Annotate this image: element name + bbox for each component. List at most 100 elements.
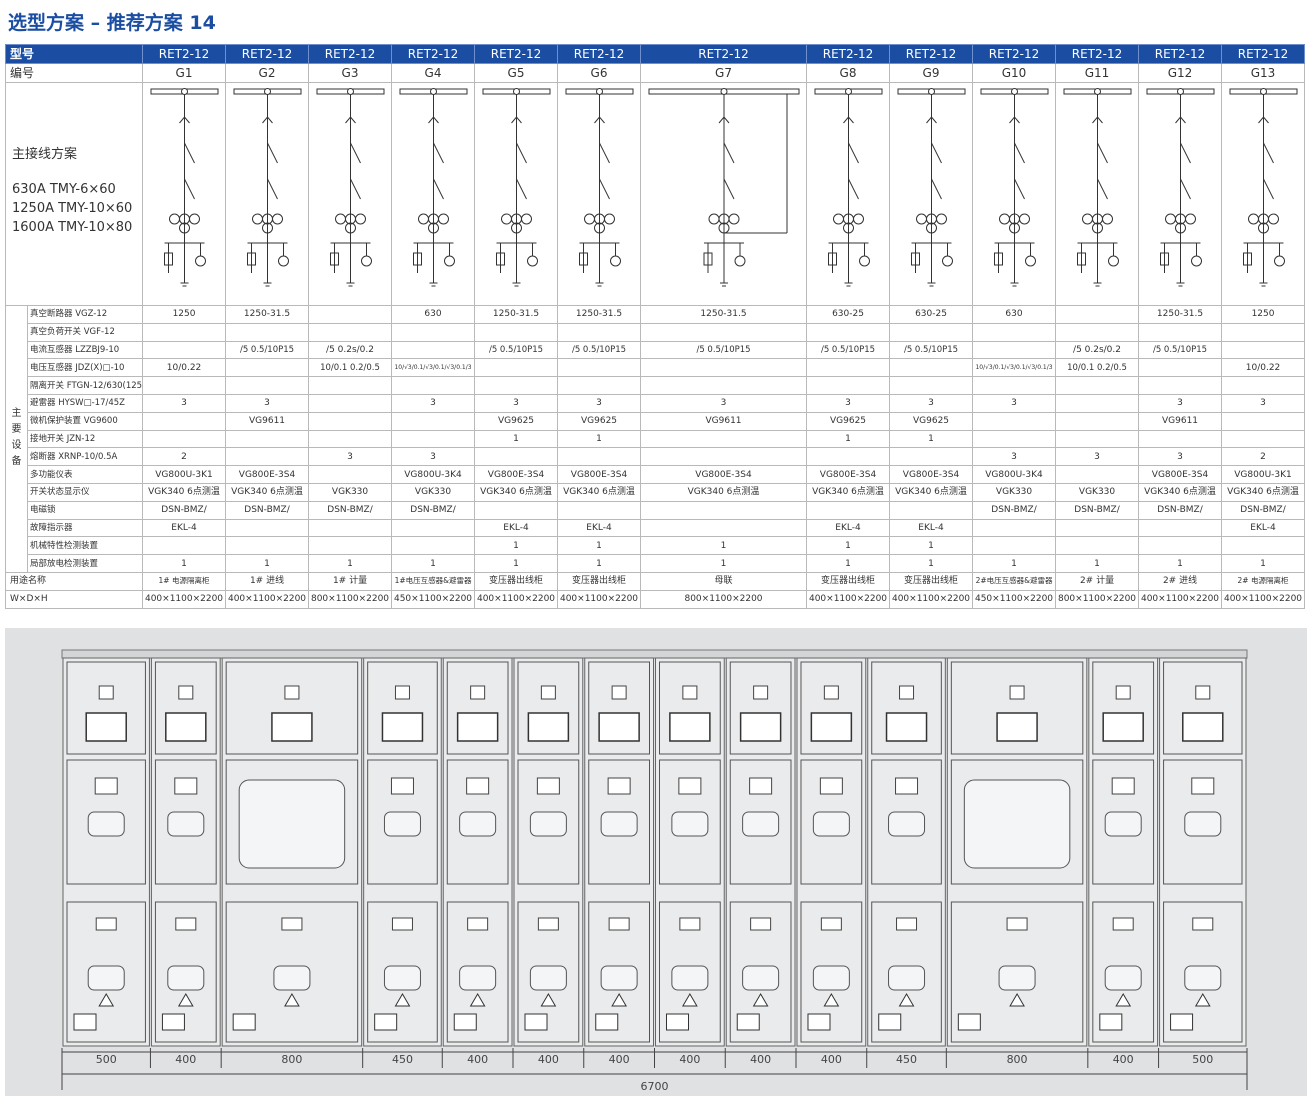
spec-cell: 1250-31.5 (474, 305, 559, 324)
spec-cell: 1 (557, 536, 642, 556)
cabinet-model: RET2-12 (557, 44, 642, 64)
single-line-diagram-cell (225, 82, 310, 306)
busbar-spec: 630A TMY-6×60 (12, 182, 116, 197)
spec-cell (308, 376, 393, 395)
single-line-diagram (1229, 88, 1298, 287)
cabinet-model: RET2-12 (889, 44, 974, 64)
spec-cell: 10/0.22 (142, 358, 227, 378)
spec-cell (391, 518, 476, 538)
spec-cell (1055, 411, 1140, 431)
spec-cell: 1250-31.5 (640, 305, 808, 324)
use-name: 变压器出线柜 (806, 571, 891, 591)
spec-cell: 1 (308, 554, 393, 573)
spec-cell: 3 (640, 393, 808, 413)
spec-cell: VG9625 (474, 411, 559, 431)
spec-cell (889, 358, 974, 378)
use-name: 1# 计量 (308, 571, 393, 591)
spec-cell: VGK330 (1055, 482, 1140, 502)
spec-cell: 3 (308, 447, 393, 467)
spec-cell: /5 0.5/10P15 (1138, 340, 1223, 360)
spec-cell: VGK340 6点测温 (225, 482, 310, 502)
spec-cell: 3 (889, 393, 974, 413)
cabinet-size: 400×1100×2200 (225, 589, 310, 609)
cabinet-width-label: 500 (1192, 1053, 1213, 1066)
spec-cell (1138, 322, 1223, 342)
use-name: 变压器出线柜 (557, 571, 642, 591)
spec-cell (1221, 411, 1306, 431)
spec-cell: /5 0.5/10P15 (640, 340, 808, 360)
component-label: 电磁锁 (26, 500, 144, 520)
spec-cell (391, 411, 476, 431)
spec-cell (889, 447, 974, 467)
use-name: 母联 (640, 571, 808, 591)
spec-cell (640, 376, 808, 395)
component-label: 熔断器 XRNP-10/0.5A (26, 447, 144, 467)
single-line-diagram-cell (474, 82, 559, 306)
cabinet-width-label: 400 (1113, 1053, 1134, 1066)
spec-cell (1055, 376, 1140, 395)
spec-cell (474, 500, 559, 520)
single-line-diagram (1063, 88, 1132, 287)
spec-cell (1138, 358, 1223, 378)
single-line-diagram (1146, 88, 1215, 287)
spec-cell (1138, 429, 1223, 449)
spec-cell: VG800U-3K1 (142, 465, 227, 484)
spec-cell: VGK330 (972, 482, 1057, 502)
spec-cell (1138, 376, 1223, 395)
spec-cell (391, 340, 476, 360)
spec-cell: DSN-BMZ/ (308, 500, 393, 520)
spec-table: 型号 RET2-12 RET2-12 RET2-12 RET2-12 RET2-12 RET… (4, 44, 1306, 609)
spec-cell: VGK340 6点测温 (142, 482, 227, 502)
spec-cell (640, 500, 808, 520)
cabinet-width-label: 400 (679, 1053, 700, 1066)
cabinet-size: 800×1100×2200 (308, 589, 393, 609)
cabinet-model: RET2-12 (474, 44, 559, 64)
spec-cell: 1 (1221, 554, 1306, 573)
spec-cell: /5 0.5/10P15 (557, 340, 642, 360)
busbar-spec: 1250A TMY-10×60 (12, 201, 133, 216)
spec-cell: /5 0.5/10P15 (806, 340, 891, 360)
spec-cell (391, 376, 476, 395)
spec-cell: 1 (806, 554, 891, 573)
cabinet-number: G2 (225, 63, 310, 83)
component-label: 接地开关 JZN-12 (26, 429, 144, 449)
spec-cell: 1 (474, 429, 559, 449)
cabinet-model: RET2-12 (640, 44, 808, 64)
spec-cell (806, 500, 891, 520)
spec-cell (1221, 322, 1306, 342)
spec-cell: DSN-BMZ/ (1221, 500, 1306, 520)
scheme-label: 主接线方案 (12, 147, 78, 162)
spec-cell: 1250-31.5 (557, 305, 642, 324)
spec-cell (1055, 305, 1140, 324)
spec-cell (1138, 518, 1223, 538)
cabinet-width-label: 400 (750, 1053, 771, 1066)
spec-cell (142, 376, 227, 395)
spec-cell: DSN-BMZ/ (142, 500, 227, 520)
spec-cell: VG800E-3S4 (225, 465, 310, 484)
cabinet-number: G5 (474, 63, 559, 83)
spec-cell (1221, 376, 1306, 395)
spec-cell: 1 (557, 554, 642, 573)
spec-cell: VG800U-3K1 (1221, 465, 1306, 484)
spec-cell (972, 518, 1057, 538)
number-header-label: 编号 (4, 63, 144, 83)
spec-cell (1055, 518, 1140, 538)
cabinet-width-label: 800 (281, 1053, 302, 1066)
spec-cell: VG800E-3S4 (1138, 465, 1223, 484)
spec-cell: 1 (640, 554, 808, 573)
spec-cell (1221, 340, 1306, 360)
component-label: 机械特性检测装置 (26, 536, 144, 556)
spec-cell: 1 (225, 554, 310, 573)
cabinet-size: 800×1100×2200 (1055, 589, 1140, 609)
cabinet-size-label: W×D×H (4, 589, 144, 609)
spec-cell (972, 322, 1057, 342)
scheme-label-cell: 主接线方案 630A TMY-6×60 1250A TMY-10×60 1600… (4, 82, 144, 306)
spec-cell (972, 340, 1057, 360)
switchgear-elevation: 500 400 800 450 400 400 400 400 400 400 450 800 400 5… (5, 628, 1307, 1096)
spec-cell (1055, 465, 1140, 484)
cabinet-size: 450×1100×2200 (972, 589, 1057, 609)
spec-cell: 10/√3/0.1/√3/0.1/√3/0.1/3 (391, 358, 476, 378)
spec-cell (806, 376, 891, 395)
spec-cell: 1250-31.5 (1138, 305, 1223, 324)
spec-cell: 1 (889, 554, 974, 573)
